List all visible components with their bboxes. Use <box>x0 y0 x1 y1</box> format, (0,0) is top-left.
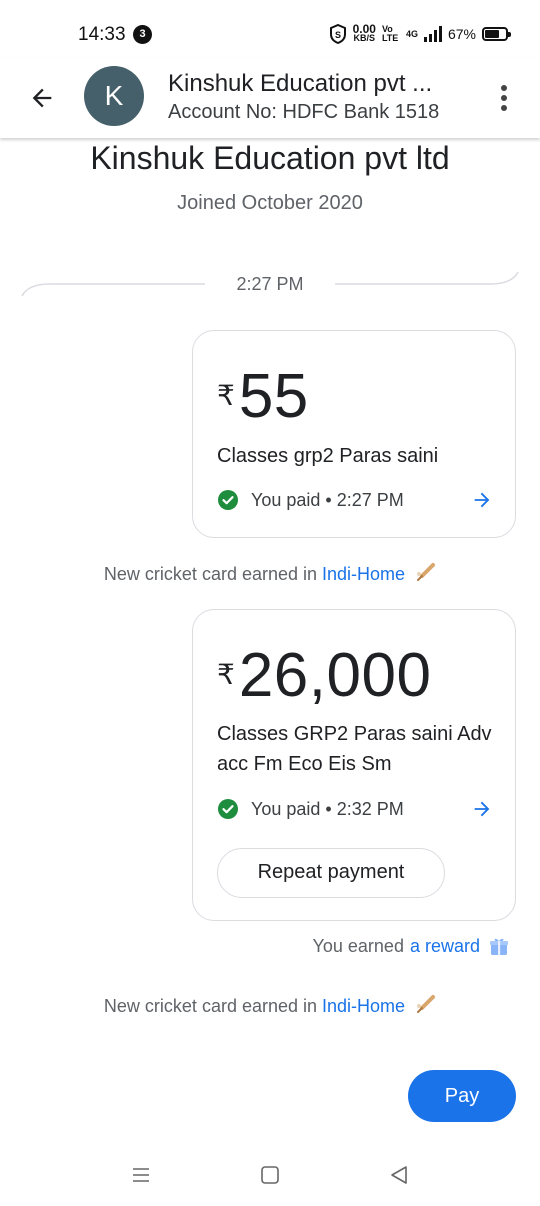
nav-back-icon <box>391 1166 407 1184</box>
reward-notice: You earned a reward <box>313 935 510 957</box>
check-circle-icon <box>218 490 238 510</box>
amount-row: ₹ 55 <box>217 363 309 431</box>
network-speed: 0.00 KB/S <box>352 22 376 43</box>
payment-amount: 26,000 <box>238 641 432 710</box>
nav-home-button[interactable] <box>255 1160 285 1190</box>
network-type: 4G <box>405 28 418 39</box>
nav-home-icon <box>261 1166 279 1184</box>
account-subtitle: Account No: HDFC Bank 1518 <box>168 101 440 123</box>
payment-status: You paid • 2:32 PM <box>251 798 404 819</box>
currency-symbol: ₹ <box>217 380 235 411</box>
nav-menu-button[interactable] <box>126 1160 156 1190</box>
check-circle-icon <box>218 799 238 819</box>
cricket-bat-icon <box>417 995 436 1013</box>
nav-back-button[interactable] <box>384 1160 414 1190</box>
notification-count-badge: 3 <box>133 25 152 44</box>
indi-home-link[interactable]: Indi-Home <box>322 996 405 1016</box>
status-icons: S 0.00 KB/S Vo LTE 4G 67% <box>329 22 511 46</box>
payment-status-row[interactable]: You paid • 2:27 PM <box>217 489 493 511</box>
back-button[interactable] <box>22 78 62 118</box>
repeat-payment-button[interactable]: Repeat payment <box>217 848 445 898</box>
cricket-notice-text: New cricket card earned in <box>103 564 318 584</box>
cricket-card-notice: New cricket card earned in Indi-Home <box>0 562 540 585</box>
payee-name: Kinshuk Education pvt ltd <box>90 140 450 176</box>
shield-icon: S <box>329 24 346 44</box>
payment-amount: 55 <box>238 362 309 431</box>
status-time: 14:33 <box>78 24 126 45</box>
status-bar: 14:33 3 S 0.00 KB/S Vo LTE 4G 67% <box>0 0 540 66</box>
more-vert-icon <box>501 85 507 91</box>
payment-status: You paid • 2:27 PM <box>251 489 404 510</box>
back-arrow-icon <box>32 88 52 108</box>
cricket-bat-icon <box>417 563 436 581</box>
cricket-notice-text: New cricket card earned in <box>103 996 318 1016</box>
arrow-right-icon[interactable] <box>471 489 493 511</box>
payment-card[interactable]: ₹ 55 Classes grp2 Paras saini You paid •… <box>192 330 516 538</box>
payment-card[interactable]: ₹ 26,000 Classes GRP2 Paras saini Adv ac… <box>192 609 516 921</box>
app-bar: K Kinshuk Education pvt ... Account No: … <box>0 58 540 138</box>
title-block[interactable]: Kinshuk Education pvt ... Account No: HD… <box>168 70 468 125</box>
reward-link[interactable]: a reward <box>410 936 480 957</box>
amount-row: ₹ 26,000 <box>217 642 431 710</box>
currency-symbol: ₹ <box>217 659 235 690</box>
timestamp-label: 2:27 PM <box>236 274 304 294</box>
svg-text:S: S <box>335 30 341 40</box>
arrow-right-icon[interactable] <box>471 798 493 820</box>
pay-button[interactable]: Pay <box>408 1070 516 1122</box>
more-options-button[interactable] <box>494 82 514 114</box>
battery-percent: 67% <box>447 26 476 42</box>
avatar[interactable]: K <box>84 66 144 126</box>
system-nav-bar <box>0 1140 540 1206</box>
gift-icon[interactable] <box>488 935 510 957</box>
payment-note: Classes grp2 Paras saini <box>217 445 439 467</box>
battery-icon <box>482 27 511 41</box>
reward-text: You earned <box>312 935 404 956</box>
time-divider: 2:27 PM <box>20 262 520 302</box>
cricket-card-notice: New cricket card earned in Indi-Home <box>0 994 540 1017</box>
volte-indicator: Vo LTE <box>381 24 399 43</box>
payment-note: Classes GRP2 Paras saini Adv acc Fm Eco … <box>217 723 492 775</box>
joined-date: Joined October 2020 <box>177 192 363 214</box>
indi-home-link[interactable]: Indi-Home <box>322 564 405 584</box>
nav-menu-icon <box>133 1168 149 1182</box>
signal-icon <box>423 26 442 42</box>
payment-status-row[interactable]: You paid • 2:32 PM <box>217 798 493 820</box>
payee-title: Kinshuk Education pvt ... <box>168 70 433 97</box>
